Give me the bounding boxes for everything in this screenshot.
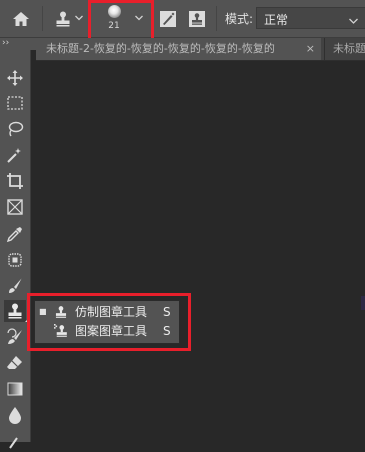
document-tab-active[interactable]: 未标题-2-恢复的-恢复的-恢复的-恢复的-恢复的 × — [36, 38, 321, 60]
eraser-tool-icon[interactable] — [4, 352, 26, 374]
blur-tool-icon[interactable] — [4, 404, 26, 426]
lasso-tool-icon[interactable] — [4, 118, 26, 140]
eyedropper-tool-icon[interactable] — [4, 223, 26, 245]
close-icon[interactable]: × — [306, 38, 315, 60]
blend-mode-value: 正常 — [264, 13, 289, 27]
crop-tool-icon[interactable] — [4, 170, 26, 192]
blend-mode-select[interactable]: 正常 — [256, 7, 365, 29]
clone-stamp-tool-icon[interactable] — [4, 300, 28, 322]
chevron-down-icon[interactable] — [74, 13, 84, 23]
move-tool-icon[interactable] — [4, 67, 26, 89]
gradient-tool-icon[interactable] — [4, 378, 26, 400]
clone-source-panel-icon[interactable] — [186, 8, 208, 30]
brush-highlight-box — [88, 0, 154, 42]
document-tab-title: 未标题 — [333, 42, 365, 55]
magic-wand-tool-icon[interactable] — [4, 144, 26, 166]
options-bar: 21 模式: 正常 — [0, 0, 365, 42]
clone-stamp-tool-preset-icon[interactable] — [52, 8, 74, 30]
brush-settings-panel-icon[interactable] — [157, 8, 179, 30]
frame-tool-icon[interactable] — [4, 196, 26, 218]
toolbar-collapse-toggle[interactable]: ›› — [0, 38, 36, 50]
spot-healing-brush-icon[interactable] — [4, 249, 26, 271]
mode-label: 模式: — [225, 12, 254, 26]
chevron-down-icon — [349, 13, 358, 27]
home-icon[interactable] — [10, 8, 32, 30]
tools-panel — [0, 50, 31, 449]
brush-tool-icon[interactable] — [4, 275, 26, 297]
dodge-tool-icon[interactable] — [4, 430, 26, 452]
canvas-artifact — [361, 296, 365, 310]
document-tab[interactable]: 未标题 — [324, 38, 365, 60]
marquee-tool-icon[interactable] — [4, 92, 26, 114]
document-tab-bar: 未标题-2-恢复的-恢复的-恢复的-恢复的-恢复的 × 未标题 — [36, 38, 365, 61]
history-brush-tool-icon[interactable] — [4, 326, 26, 348]
flyout-highlight-box — [27, 293, 191, 351]
document-tab-title: 未标题-2-恢复的-恢复的-恢复的-恢复的-恢复的 — [46, 42, 275, 55]
